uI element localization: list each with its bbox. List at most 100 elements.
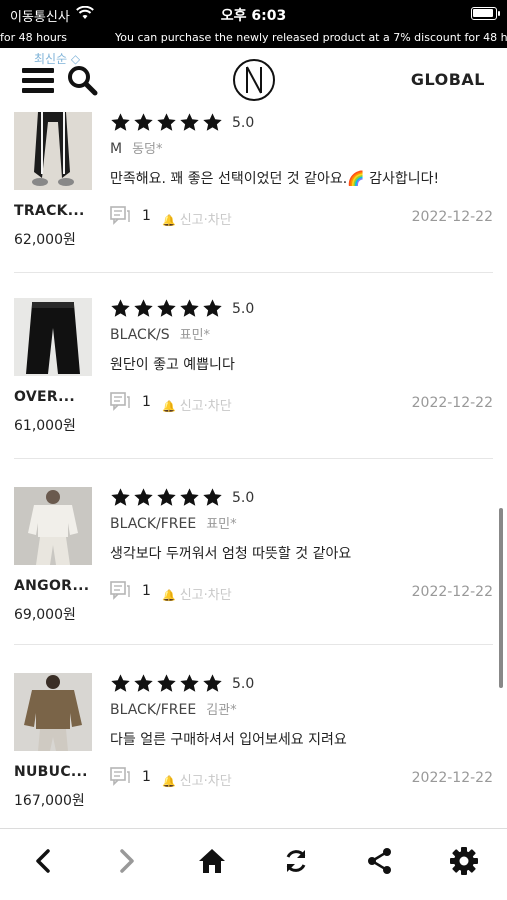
- star-icon: [180, 299, 199, 317]
- product-price: 167,000원: [14, 793, 85, 809]
- comment-icon[interactable]: [110, 767, 130, 787]
- bell-icon: 🔔: [162, 400, 176, 413]
- comment-count: 1: [142, 208, 151, 224]
- review-list: TRACK... 62,000원 5.0 M 동덩* 만족해요. 꽤 좋은 선택이…: [0, 110, 507, 828]
- report-label: 신고·차단: [179, 774, 232, 789]
- promo-marquee: for 48 hours You can purchase the newly …: [0, 28, 507, 48]
- bell-icon: 🔔: [162, 775, 176, 788]
- option-label: M: [110, 141, 123, 157]
- star-icon: [203, 488, 222, 506]
- report-block-link[interactable]: 🔔 신고·차단: [162, 209, 232, 228]
- star-rating: [110, 673, 225, 695]
- review-content[interactable]: 다들 얼른 구매하셔서 입어보세요 지려요: [110, 729, 347, 749]
- product-name[interactable]: ANGOR...: [14, 578, 89, 594]
- review-author: 표민*: [206, 517, 237, 532]
- option-label: BLACK/S: [110, 327, 170, 343]
- star-icon: [157, 113, 176, 131]
- report-block-link[interactable]: 🔔 신고·차단: [162, 770, 232, 789]
- star-icon: [157, 299, 176, 317]
- star-rating: [110, 298, 225, 320]
- star-icon: [134, 113, 153, 131]
- rating-value: 5.0: [232, 676, 255, 692]
- review-date: 2022-12-22: [411, 395, 493, 411]
- option-label: BLACK/FREE: [110, 516, 197, 532]
- star-icon: [111, 113, 130, 131]
- star-icon: [203, 299, 222, 317]
- product-name[interactable]: TRACK...: [14, 203, 85, 219]
- comment-icon[interactable]: [110, 392, 130, 412]
- back-arrow-icon[interactable]: [25, 843, 61, 879]
- option-label: BLACK/FREE: [110, 702, 197, 718]
- review-author: 김관*: [206, 703, 237, 718]
- product-thumbnail[interactable]: [14, 112, 92, 190]
- share-icon[interactable]: [362, 843, 398, 879]
- comment-count: 1: [142, 769, 151, 785]
- product-thumbnail[interactable]: [14, 298, 92, 376]
- star-icon: [111, 674, 130, 692]
- scrollbar[interactable]: [499, 508, 503, 688]
- brand-logo[interactable]: [232, 58, 276, 102]
- review-content[interactable]: 원단이 좋고 예쁩니다: [110, 354, 235, 374]
- home-icon[interactable]: [194, 843, 230, 879]
- report-block-link[interactable]: 🔔 신고·차단: [162, 584, 232, 603]
- star-icon: [180, 674, 199, 692]
- star-rating: [110, 112, 225, 134]
- review-date: 2022-12-22: [411, 770, 493, 786]
- search-icon[interactable]: [66, 64, 98, 96]
- review-content[interactable]: 만족해요. 꽤 좋은 선택이었던 것 같아요.🌈 감사합니다!: [110, 168, 439, 188]
- review-date: 2022-12-22: [411, 584, 493, 600]
- bottom-toolbar: [0, 828, 507, 900]
- star-icon: [180, 113, 199, 131]
- report-label: 신고·차단: [179, 213, 232, 228]
- star-icon: [157, 674, 176, 692]
- hamburger-menu-icon[interactable]: [22, 68, 54, 94]
- product-thumbnail[interactable]: [14, 673, 92, 751]
- refresh-icon[interactable]: [278, 843, 314, 879]
- star-icon: [134, 488, 153, 506]
- marquee-text: You can purchase the newly released prod…: [115, 31, 507, 44]
- star-icon: [111, 488, 130, 506]
- star-icon: [157, 488, 176, 506]
- review-option: BLACK/FREE 표민*: [110, 513, 237, 532]
- review-item[interactable]: ANGOR... 69,000원 5.0 BLACK/FREE 표민* 생각보다 …: [0, 459, 507, 645]
- star-icon: [111, 299, 130, 317]
- product-name[interactable]: OVER...: [14, 389, 75, 405]
- bell-icon: 🔔: [162, 589, 176, 602]
- review-content[interactable]: 생각보다 두꺼워서 엄청 따뜻할 것 같아요: [110, 543, 351, 563]
- clock: 오후 6:03: [220, 8, 287, 24]
- product-price: 61,000원: [14, 418, 76, 434]
- forward-arrow-icon[interactable]: [109, 843, 145, 879]
- bell-icon: 🔔: [162, 214, 176, 227]
- settings-icon[interactable]: [446, 843, 482, 879]
- review-item[interactable]: NUBUC... 167,000원 5.0 BLACK/FREE 김관* 다들 얼…: [0, 645, 507, 828]
- product-name[interactable]: NUBUC...: [14, 764, 88, 780]
- review-option: BLACK/FREE 김관*: [110, 699, 237, 718]
- star-icon: [134, 674, 153, 692]
- review-date: 2022-12-22: [411, 209, 493, 225]
- global-link[interactable]: GLOBAL: [411, 70, 485, 89]
- review-author: 표민*: [179, 328, 211, 343]
- product-price: 69,000원: [14, 607, 76, 623]
- battery-icon: [471, 7, 500, 20]
- report-label: 신고·차단: [179, 588, 232, 603]
- report-label: 신고·차단: [179, 399, 232, 414]
- product-price: 62,000원: [14, 232, 76, 248]
- star-icon: [180, 488, 199, 506]
- comment-icon[interactable]: [110, 206, 130, 226]
- marquee-fragment: for 48 hours: [0, 31, 68, 44]
- star-icon: [203, 674, 222, 692]
- comment-count: 1: [142, 394, 151, 410]
- rating-value: 5.0: [232, 490, 255, 506]
- comment-count: 1: [142, 583, 151, 599]
- rating-value: 5.0: [232, 301, 255, 317]
- product-thumbnail[interactable]: [14, 487, 92, 565]
- report-block-link[interactable]: 🔔 신고·차단: [162, 395, 232, 414]
- review-option: BLACK/S 표민*: [110, 324, 210, 343]
- app-header: 최신순 ◇ GLOBAL: [0, 48, 507, 110]
- star-icon: [203, 113, 222, 131]
- review-author: 동덩*: [132, 142, 163, 157]
- review-item[interactable]: TRACK... 62,000원 5.0 M 동덩* 만족해요. 꽤 좋은 선택이…: [0, 110, 507, 273]
- comment-icon[interactable]: [110, 581, 130, 601]
- review-item[interactable]: OVER... 61,000원 5.0 BLACK/S 표민* 원단이 좋고 예쁩…: [0, 273, 507, 459]
- review-option: M 동덩*: [110, 138, 163, 157]
